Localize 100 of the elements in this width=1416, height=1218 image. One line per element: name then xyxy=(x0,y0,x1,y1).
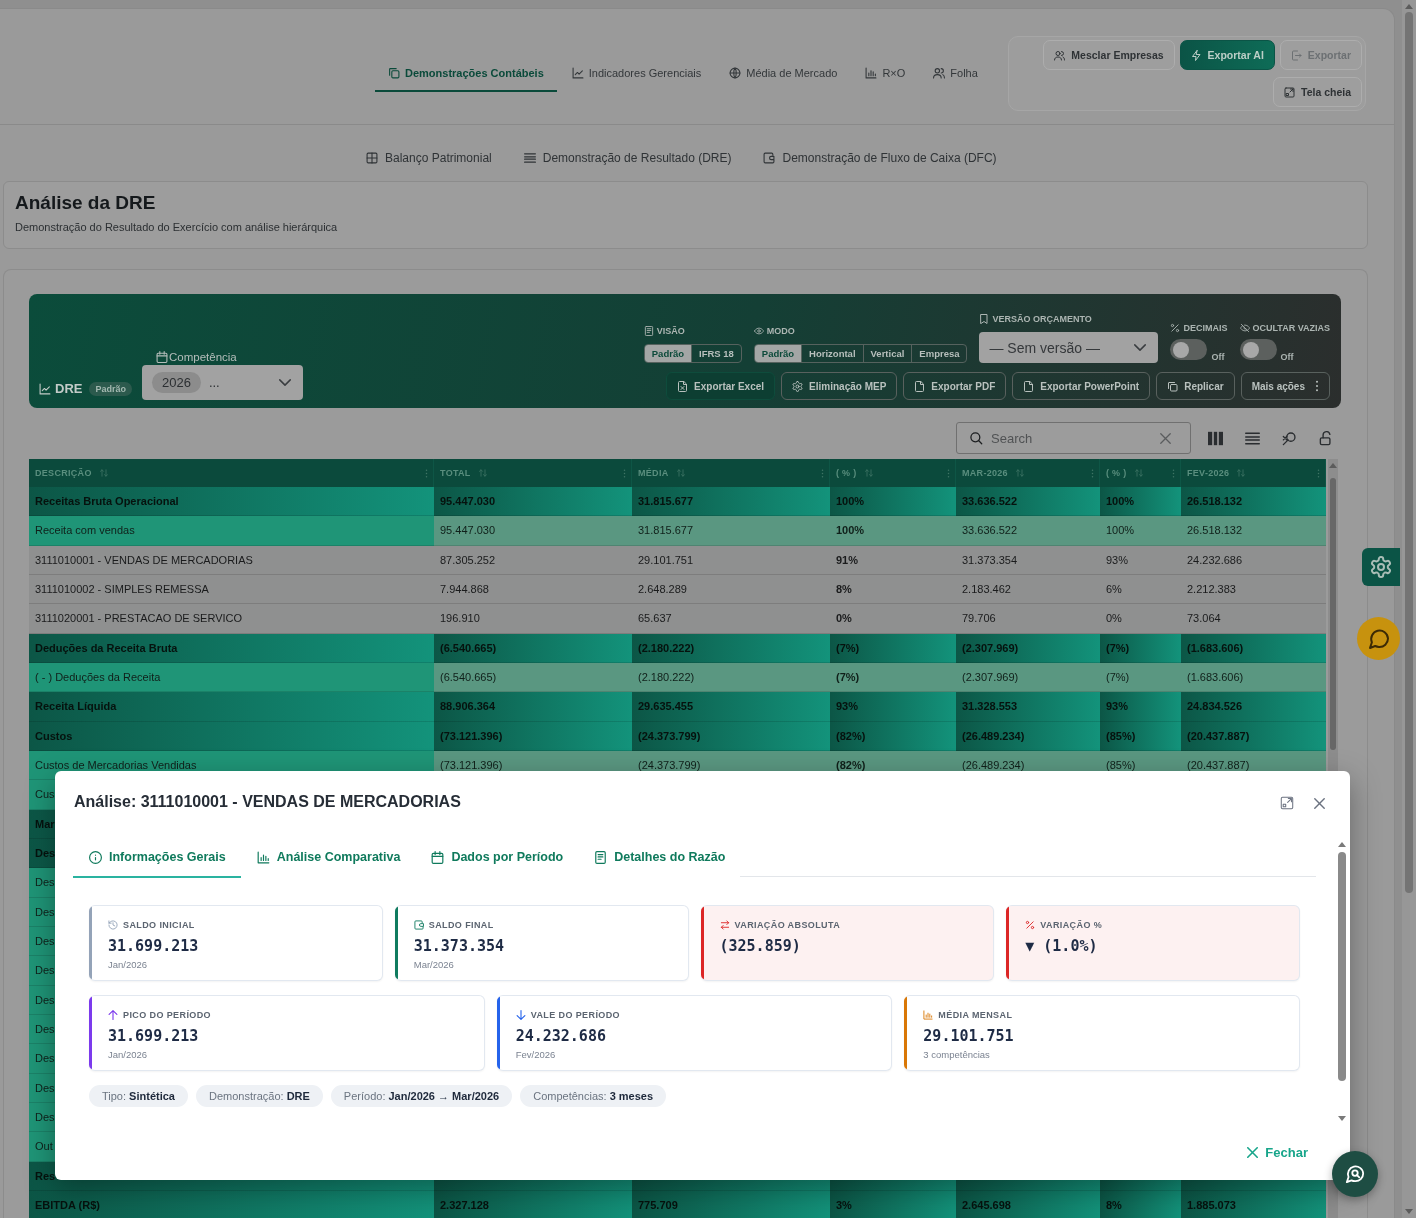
column-header[interactable]: MAR-2026 xyxy=(962,468,1008,478)
table-cell: Res xyxy=(35,1169,56,1182)
table-cell: Des xyxy=(35,993,55,1006)
sort-icon[interactable] xyxy=(1134,469,1143,477)
toolbar-button[interactable]: Mais ações xyxy=(1240,372,1330,400)
table-cell: 196.910 xyxy=(434,604,632,634)
tab[interactable]: Balanço Patrimonial xyxy=(366,151,492,165)
segment-option[interactable]: Empresa xyxy=(911,345,967,362)
gear-icon xyxy=(792,380,804,392)
toolbar-button[interactable]: Tela cheia xyxy=(1273,77,1362,107)
tab[interactable]: Demonstração de Resultado (DRE) xyxy=(523,151,732,165)
file-icon xyxy=(914,380,926,392)
table-cell: 100% xyxy=(830,516,956,546)
toolbar-button[interactable]: Mesclar Empresas xyxy=(1043,40,1175,70)
table-cell: (6.540.665) xyxy=(434,633,632,663)
toolbar-button[interactable]: Eliminação MEP xyxy=(781,372,898,400)
table-cell: (20.437.887) xyxy=(1181,721,1326,751)
table-cell: (24.373.799) xyxy=(632,721,830,751)
column-header[interactable]: ( % ) xyxy=(1106,468,1127,478)
column-header[interactable]: FEV-2026 xyxy=(1187,468,1230,478)
info-chip: Período: Jan/2026 → Mar/2026 xyxy=(330,1085,513,1107)
unlock-icon[interactable] xyxy=(1319,430,1334,446)
metric-note: Jan/2026 xyxy=(108,959,149,971)
toggle-switch[interactable] xyxy=(1170,339,1208,360)
tab[interactable]: Informações Gerais xyxy=(73,838,241,878)
columns-icon[interactable] xyxy=(1208,430,1223,446)
spreadsheet-icon xyxy=(677,380,689,392)
column-header[interactable]: MÉDIA xyxy=(638,468,669,478)
metric-value: (325.859) xyxy=(719,936,802,956)
table-cell: 95.447.030 xyxy=(434,487,632,517)
sort-icon[interactable] xyxy=(864,469,873,477)
table-cell: 93% xyxy=(830,692,956,722)
segment-option[interactable]: Padrão xyxy=(754,345,802,362)
column-header[interactable]: ( % ) xyxy=(836,468,857,478)
file-icon xyxy=(1023,380,1035,392)
eye-icon xyxy=(753,326,764,336)
tab[interactable]: Média de Mercado xyxy=(716,55,851,92)
settings-button[interactable] xyxy=(1362,548,1400,586)
table-cell: 31.815.677 xyxy=(632,516,830,546)
table-cell: Des xyxy=(35,1081,55,1094)
magnifier-cross-icon[interactable] xyxy=(1282,430,1297,446)
table-cell: (85%) xyxy=(1100,721,1181,751)
sort-icon[interactable] xyxy=(1237,469,1246,477)
table-cell: 3% xyxy=(830,1190,956,1218)
toolbar-button[interactable]: Exportar PowerPoint xyxy=(1012,372,1151,400)
sort-icon[interactable] xyxy=(1015,469,1024,477)
expand-icon[interactable] xyxy=(1280,796,1294,810)
period-select[interactable]: 2026 ... xyxy=(141,365,303,400)
table-cell: 31.328.553 xyxy=(956,692,1100,722)
control-label: MODO xyxy=(766,326,795,336)
close-icon[interactable] xyxy=(1314,797,1325,809)
tab[interactable]: Folha xyxy=(920,55,991,92)
table-cell: Des xyxy=(35,935,55,948)
table-cell: Out xyxy=(35,1140,53,1153)
percent-icon xyxy=(1170,323,1181,333)
segment-option[interactable]: Padrão xyxy=(644,345,691,362)
toolbar-button[interactable]: Exportar Excel xyxy=(666,372,776,400)
table-cell: 775.709 xyxy=(632,1190,830,1218)
copy-icon xyxy=(1167,380,1179,392)
table-cell: ( - ) Deduções da Receita xyxy=(29,662,434,693)
toolbar-button[interactable]: Exportar AI xyxy=(1179,40,1275,70)
toggle-switch[interactable] xyxy=(1239,339,1277,360)
sort-icon[interactable] xyxy=(676,469,685,477)
version-select[interactable]: — Sem versão — xyxy=(979,332,1159,363)
table-cell: 2.327.128 xyxy=(434,1190,632,1218)
tab[interactable]: Demonstração de Fluxo de Caixa (DFC) xyxy=(763,151,997,165)
tab[interactable]: Análise Comparativa xyxy=(240,838,416,878)
table-cell: 33.636.522 xyxy=(956,516,1100,546)
report-title: DRE xyxy=(55,381,83,396)
column-header[interactable]: TOTAL xyxy=(440,468,471,478)
table-cell: (2.180.222) xyxy=(632,662,830,693)
sort-icon[interactable] xyxy=(99,469,108,477)
line-chart-icon xyxy=(39,382,51,395)
table-cell: EBITDA (R$) xyxy=(29,1190,434,1218)
list-icon[interactable] xyxy=(1245,430,1260,446)
clear-icon[interactable] xyxy=(1160,432,1171,444)
table-cell: (7%) xyxy=(1100,633,1181,663)
search-field[interactable]: Search xyxy=(956,422,1191,454)
table-cell: 79.706 xyxy=(956,604,1100,634)
toolbar-button[interactable]: Replicar xyxy=(1156,372,1235,400)
tab[interactable]: Detalhes do Razão xyxy=(578,838,741,878)
tab[interactable]: Indicadores Gerenciais xyxy=(558,55,715,92)
close-button[interactable]: Fechar xyxy=(1247,1145,1308,1160)
tab[interactable]: Dados por Período xyxy=(415,838,579,878)
page-scrollbar[interactable] xyxy=(1402,0,1416,1218)
segment-option[interactable]: Horizontal xyxy=(801,345,863,362)
toolbar-button[interactable]: Exportar PDF xyxy=(903,372,1007,400)
table-cell: Des xyxy=(35,876,55,889)
column-header[interactable]: DESCRIÇÃO xyxy=(35,468,92,478)
swap-icon xyxy=(719,920,730,930)
close-icon xyxy=(1247,1147,1259,1158)
segment-option[interactable]: IFRS 18 xyxy=(691,345,741,362)
chevron-down-icon xyxy=(278,379,291,386)
tab[interactable]: Demonstrações Contábeis xyxy=(375,55,557,92)
sort-icon[interactable] xyxy=(478,469,487,477)
tab[interactable]: R×O xyxy=(852,55,919,92)
table-cell: Receita com vendas xyxy=(29,516,434,546)
table-cell: 2.212.383 xyxy=(1181,575,1326,605)
table-cell: 24.232.686 xyxy=(1181,545,1326,575)
segment-option[interactable]: Vertical xyxy=(862,345,912,362)
